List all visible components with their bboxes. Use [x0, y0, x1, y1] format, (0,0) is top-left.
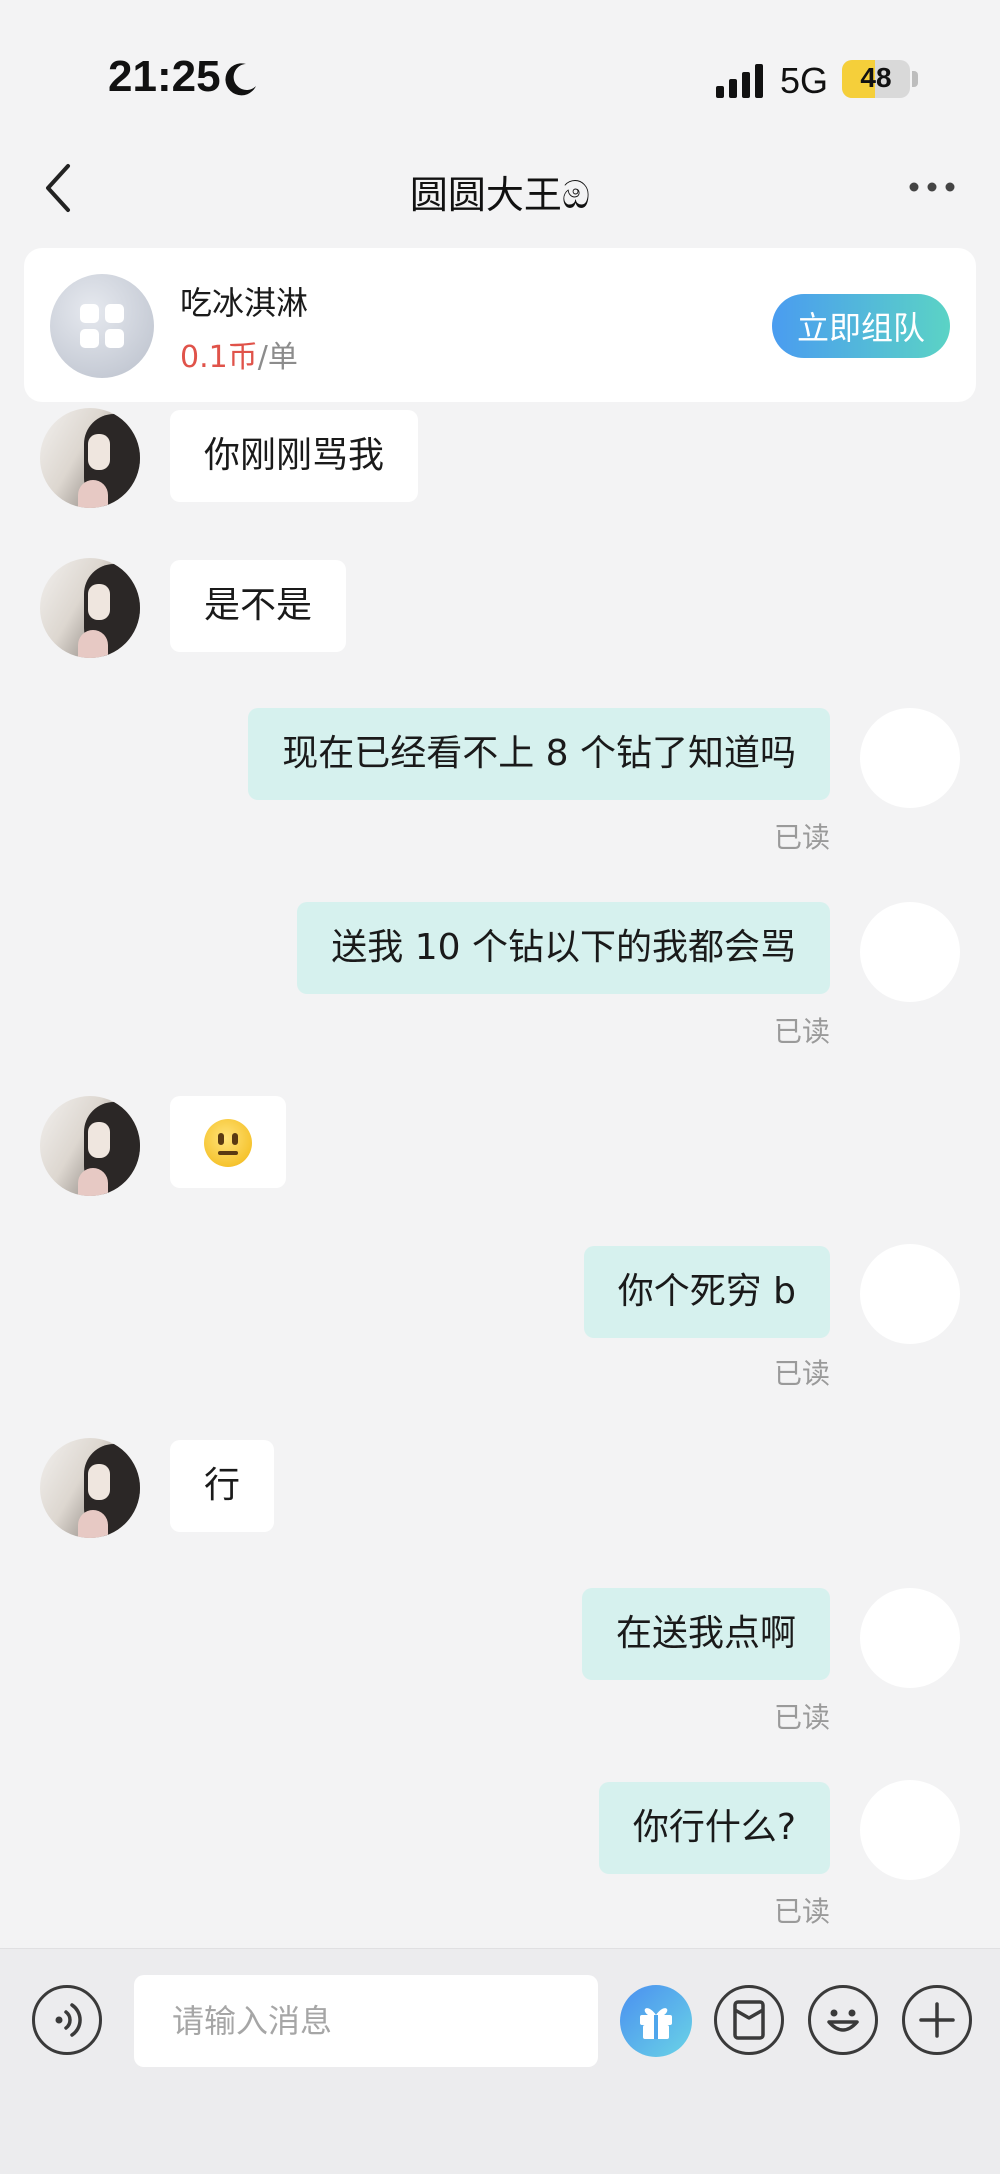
read-receipt: 已读	[773, 1701, 830, 1734]
battery-icon: 48	[842, 60, 910, 98]
emoji-icon[interactable]	[808, 1985, 878, 2055]
message-input[interactable]	[134, 1975, 598, 2067]
battery-label: 48	[860, 62, 892, 93]
contact-avatar[interactable]	[40, 1438, 140, 1538]
user-avatar[interactable]	[860, 1780, 960, 1880]
incoming-message[interactable]: 是不是	[170, 560, 347, 652]
outgoing-message[interactable]: 现在已经看不上 8 个钻了知道吗	[248, 708, 830, 800]
incoming-message[interactable]: 你刚刚骂我	[170, 410, 419, 502]
service-name: 吃冰淇淋	[180, 284, 309, 322]
status-bar: 21:25 5G 48	[0, 0, 1000, 140]
more-options-icon[interactable]	[908, 180, 956, 194]
gift-icon[interactable]	[620, 1985, 692, 2057]
network-label: 5G	[780, 60, 829, 101]
contact-avatar[interactable]	[40, 408, 140, 508]
incoming-message[interactable]	[170, 1096, 286, 1188]
read-receipt: 已读	[773, 1357, 830, 1390]
outgoing-message[interactable]: 你个死穷 b	[583, 1246, 830, 1338]
incoming-message[interactable]: 行	[170, 1440, 275, 1532]
voice-icon[interactable]	[32, 1985, 102, 2055]
user-avatar[interactable]	[860, 1588, 960, 1688]
signal-icon	[716, 64, 763, 98]
moon-icon	[225, 63, 256, 96]
contact-avatar[interactable]	[40, 558, 140, 658]
price-value: 0.1币	[180, 340, 258, 375]
order-card[interactable]: 吃冰淇淋 0.1币/单 立即组队	[24, 248, 976, 402]
neutral-face-emoji	[204, 1119, 252, 1167]
contact-avatar[interactable]	[40, 1096, 140, 1196]
service-price: 0.1币/单	[180, 332, 298, 376]
app-grid-icon	[50, 274, 154, 378]
chat-title: 圆圆大王ඔ	[409, 173, 591, 217]
input-bar	[0, 1948, 1000, 2174]
outgoing-message[interactable]: 你行什么?	[598, 1782, 830, 1874]
plus-icon[interactable]	[902, 1985, 972, 2055]
outgoing-message[interactable]: 送我 10 个钻以下的我都会骂	[297, 902, 830, 994]
read-receipt: 已读	[773, 1895, 830, 1928]
user-avatar[interactable]	[860, 902, 960, 1002]
status-time: 21:25	[108, 52, 221, 101]
battery-tip	[912, 71, 918, 87]
team-up-button[interactable]: 立即组队	[772, 294, 950, 358]
read-receipt: 已读	[773, 821, 830, 854]
user-avatar[interactable]	[860, 708, 960, 808]
red-packet-icon[interactable]	[714, 1985, 784, 2055]
read-receipt: 已读	[773, 1015, 830, 1048]
price-unit: /单	[257, 340, 298, 375]
user-avatar[interactable]	[860, 1244, 960, 1344]
outgoing-message[interactable]: 在送我点啊	[581, 1588, 830, 1680]
